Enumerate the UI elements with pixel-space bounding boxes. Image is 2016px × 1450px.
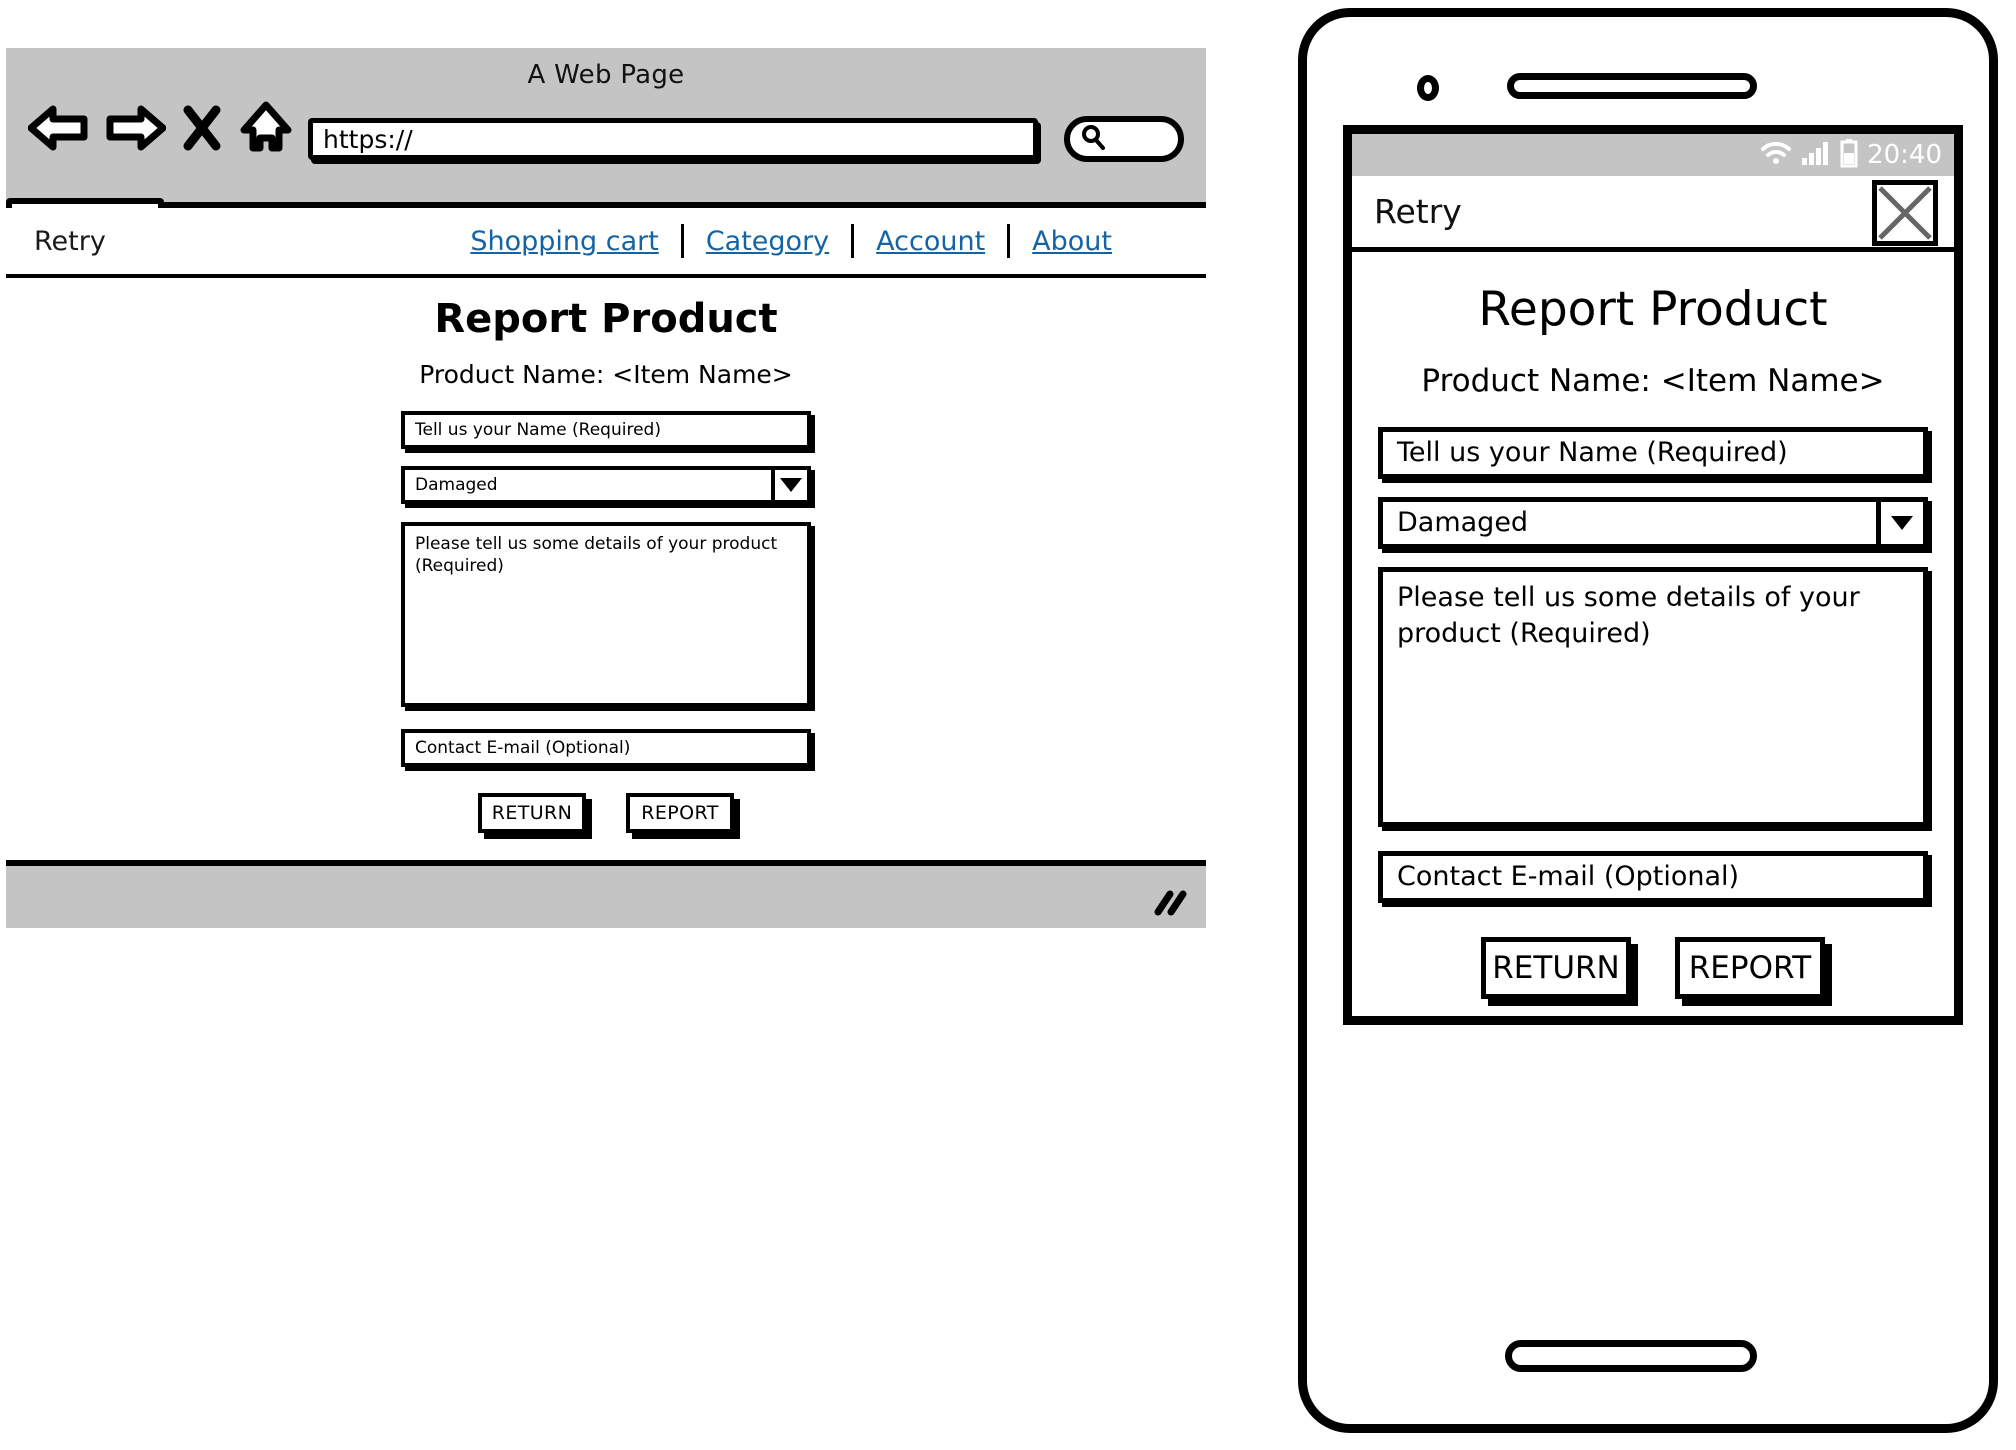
reason-select-value: Damaged [415, 474, 498, 495]
product-name-label: Product Name: <Item Name> [1421, 363, 1885, 399]
url-input[interactable]: https:// [308, 118, 1038, 160]
email-input[interactable]: Contact E-mail (Optional) [1378, 851, 1928, 903]
page-title: Report Product [434, 296, 778, 342]
phone-camera-icon [1417, 75, 1439, 101]
resize-grip-icon[interactable] [1154, 890, 1188, 916]
reason-select[interactable]: Damaged [401, 466, 811, 504]
report-button[interactable]: REPORT [626, 793, 734, 833]
search-icon [1078, 122, 1108, 156]
return-button[interactable]: RETURN [1481, 937, 1631, 999]
browser-search-box[interactable] [1064, 116, 1184, 162]
name-input[interactable]: Tell us your Name (Required) [401, 411, 811, 449]
form-actions-desktop: RETURN REPORT [401, 793, 811, 833]
phone-device: 20:40 Retry Report Product Product Name:… [1298, 8, 1998, 1433]
close-x-icon[interactable] [1872, 180, 1938, 246]
phone-home-button[interactable] [1505, 1340, 1757, 1372]
nav-link-category[interactable]: Category [684, 226, 851, 257]
email-input-placeholder: Contact E-mail (Optional) [1397, 860, 1740, 892]
chevron-down-icon[interactable] [1876, 497, 1928, 549]
nav-link-about[interactable]: About [1010, 226, 1134, 257]
nav-link-account[interactable]: Account [854, 226, 1007, 257]
site-brand[interactable]: Retry [34, 226, 106, 257]
phone-screen: 20:40 Retry Report Product Product Name:… [1343, 125, 1963, 1025]
details-textarea[interactable]: Please tell us some details of your prod… [401, 522, 811, 707]
name-input[interactable]: Tell us your Name (Required) [1378, 427, 1928, 479]
phone-speaker-icon [1507, 73, 1757, 99]
phone-appbar: Retry [1352, 176, 1954, 252]
product-name-label: Product Name: <Item Name> [419, 360, 793, 389]
phone-app-brand[interactable]: Retry [1374, 192, 1462, 231]
wifi-icon [1760, 140, 1792, 170]
browser-page-content: Report Product Product Name: <Item Name>… [6, 278, 1206, 860]
form-actions-mobile: RETURN REPORT [1378, 937, 1928, 999]
return-button[interactable]: RETURN [478, 793, 586, 833]
name-input-placeholder: Tell us your Name (Required) [1397, 436, 1788, 468]
back-arrow-icon[interactable] [27, 102, 90, 158]
browser-titlebar: A Web Page https:// [6, 48, 1206, 248]
site-navbar: Retry Shopping cart Category Account Abo… [6, 208, 1206, 278]
email-input-placeholder: Contact E-mail (Optional) [415, 737, 631, 758]
report-form-mobile: Tell us your Name (Required) Damaged Ple… [1378, 427, 1928, 999]
signal-icon [1801, 140, 1831, 170]
details-textarea[interactable]: Please tell us some details of your prod… [1378, 567, 1928, 827]
site-nav-links: Shopping cart Category Account About [448, 224, 1134, 258]
report-form-desktop: Tell us your Name (Required) Damaged Ple… [401, 411, 811, 833]
chevron-down-icon[interactable] [771, 466, 811, 504]
forward-arrow-icon[interactable] [104, 102, 167, 158]
url-text: https:// [323, 124, 413, 154]
close-x-icon[interactable] [180, 102, 224, 158]
nav-link-shopping-cart[interactable]: Shopping cart [448, 226, 680, 257]
browser-window: A Web Page https:// Retry Shopping cart … [6, 48, 1206, 928]
phone-statusbar: 20:40 [1352, 134, 1954, 176]
email-input[interactable]: Contact E-mail (Optional) [401, 729, 811, 767]
report-button[interactable]: REPORT [1675, 937, 1825, 999]
browser-toolbar [27, 100, 294, 160]
name-input-placeholder: Tell us your Name (Required) [415, 419, 661, 440]
details-textarea-placeholder: Please tell us some details of your prod… [415, 534, 778, 577]
reason-select[interactable]: Damaged [1378, 497, 1928, 549]
browser-window-title: A Web Page [527, 60, 685, 90]
battery-icon [1840, 138, 1858, 172]
phone-clock: 20:40 [1867, 140, 1942, 170]
reason-select-value: Damaged [1397, 506, 1529, 538]
details-textarea-placeholder: Please tell us some details of your prod… [1397, 582, 1860, 650]
page-title: Report Product [1478, 282, 1828, 337]
browser-statusbar [6, 860, 1206, 928]
home-icon[interactable] [238, 100, 294, 160]
phone-page-content: Report Product Product Name: <Item Name>… [1352, 282, 1954, 999]
